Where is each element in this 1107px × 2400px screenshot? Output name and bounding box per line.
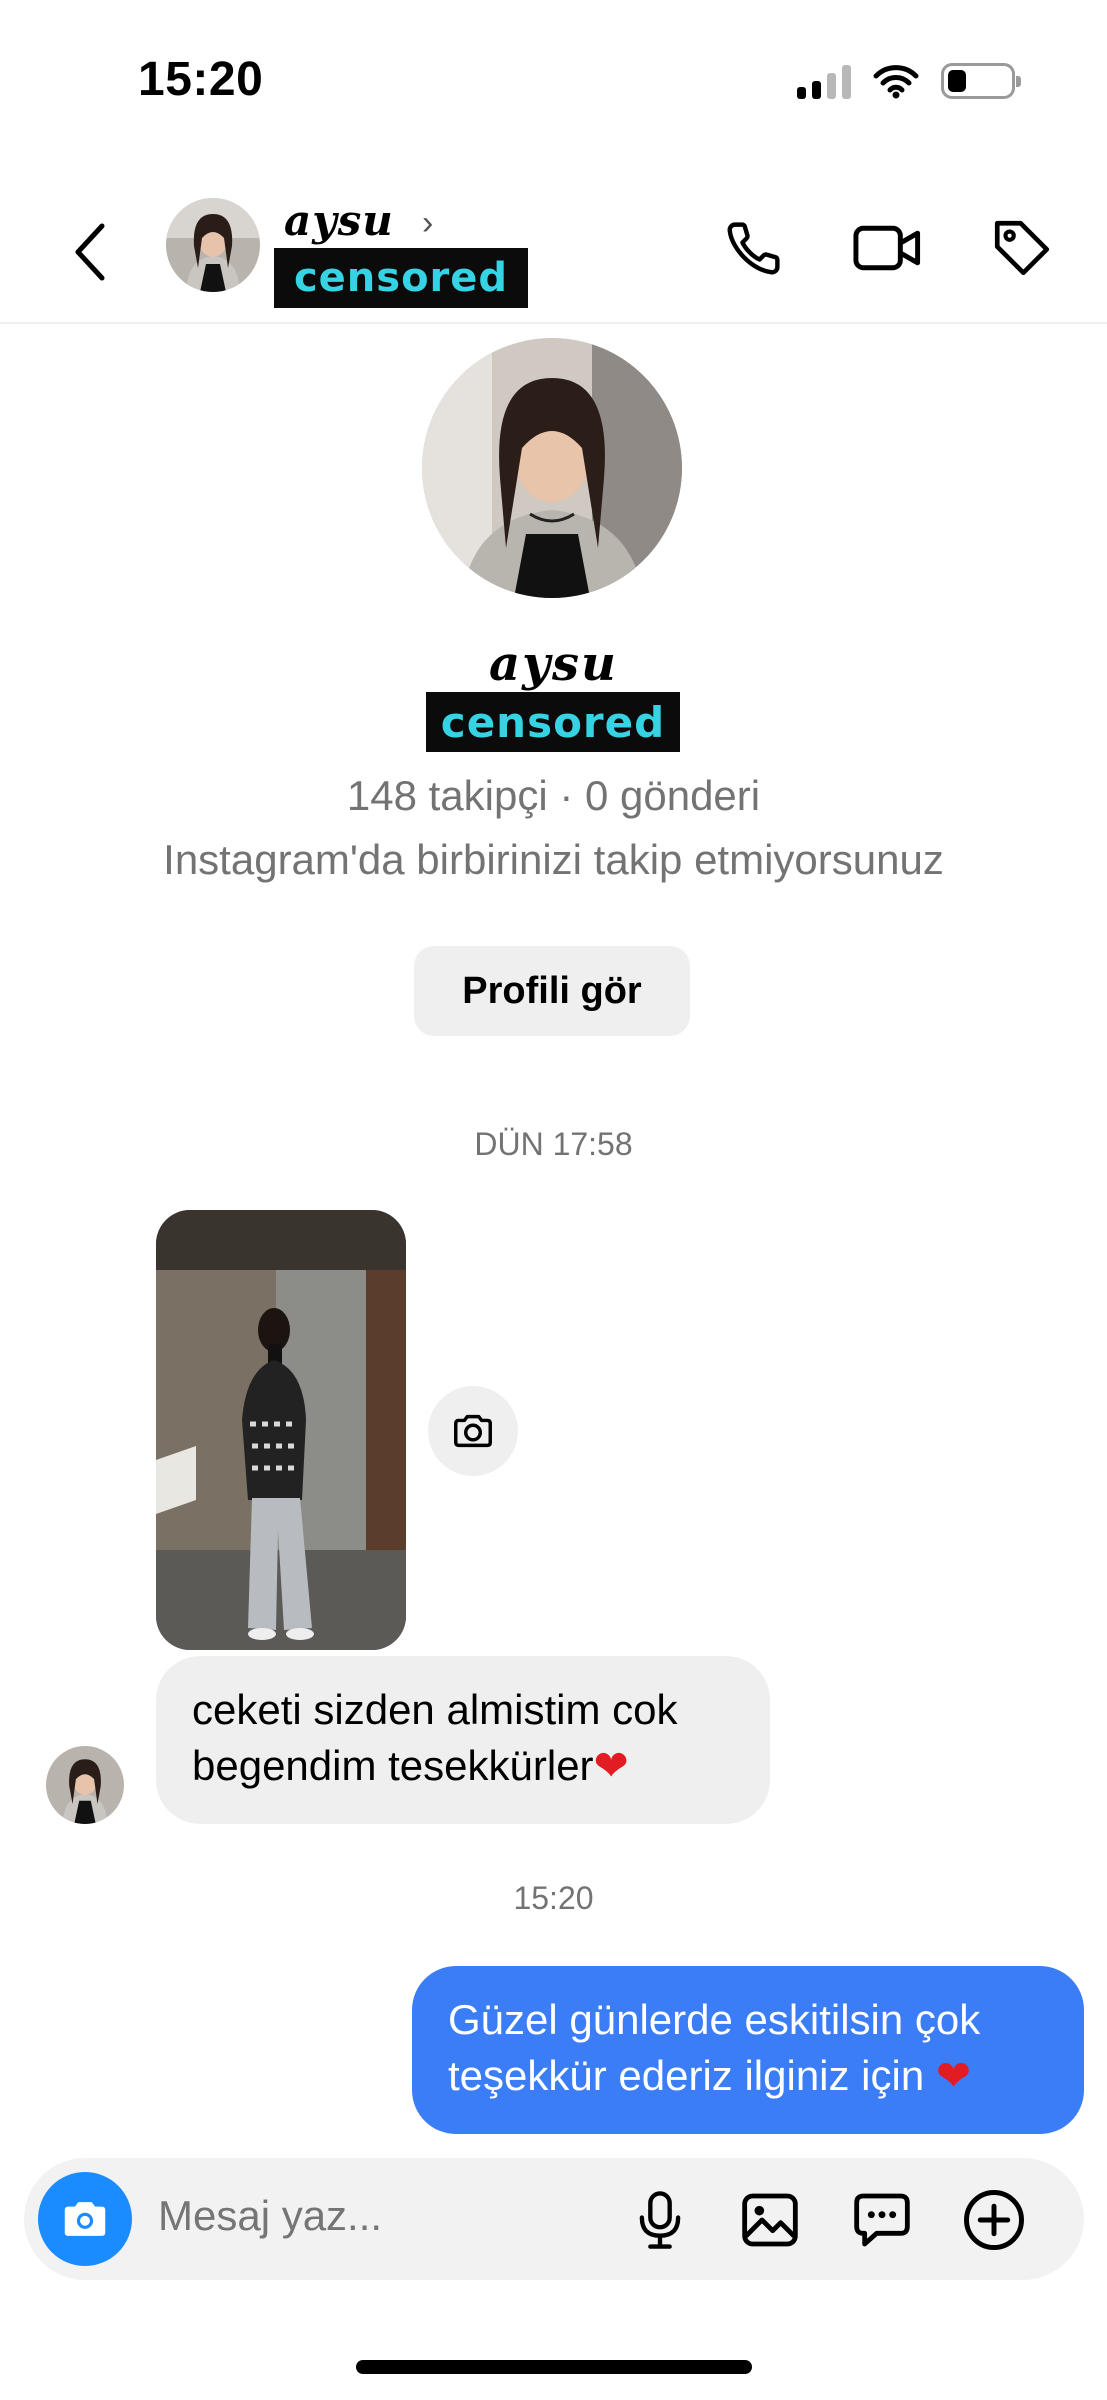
timestamp: 15:20 bbox=[513, 1880, 594, 1916]
censored-label: censored bbox=[274, 248, 528, 308]
camera-icon bbox=[454, 1414, 492, 1448]
video-icon bbox=[853, 225, 921, 271]
message-input[interactable] bbox=[158, 2192, 558, 2240]
battery-icon bbox=[941, 63, 1021, 99]
chat-header: aysu › censored bbox=[0, 190, 1107, 324]
camera-icon bbox=[64, 2202, 106, 2236]
voice-message-button[interactable] bbox=[624, 2184, 696, 2256]
camera-button[interactable] bbox=[38, 2172, 132, 2266]
call-button[interactable] bbox=[714, 208, 794, 288]
view-photo-button[interactable] bbox=[428, 1386, 518, 1476]
plus-icon bbox=[964, 2190, 1024, 2250]
image-icon bbox=[742, 2193, 798, 2247]
photo-message[interactable] bbox=[156, 1210, 406, 1650]
profile-stats: 148 takipçi · 0 gönderi bbox=[346, 772, 761, 819]
profile-censored-label: censored bbox=[426, 692, 680, 752]
outgoing-message-line: teşekkür ederiz ilginiz için bbox=[448, 2052, 925, 2099]
message-composer bbox=[24, 2158, 1084, 2280]
home-indicator[interactable] bbox=[356, 2360, 752, 2374]
header-username[interactable]: aysu bbox=[284, 196, 394, 245]
sticker-button[interactable] bbox=[846, 2184, 918, 2256]
sticker-icon bbox=[854, 2193, 910, 2247]
chevron-left-icon bbox=[75, 223, 105, 281]
chevron-right-icon[interactable]: › bbox=[422, 204, 433, 243]
outgoing-message-line: Güzel günlerde eskitilsin çok bbox=[448, 1996, 981, 2043]
heart-emoji: ❤ bbox=[935, 2051, 972, 2100]
profile-username: aysu bbox=[489, 636, 618, 692]
more-options-button[interactable] bbox=[958, 2184, 1030, 2256]
view-profile-button[interactable]: Profili gör bbox=[414, 946, 690, 1036]
profile-avatar[interactable] bbox=[422, 338, 682, 598]
header-avatar[interactable] bbox=[166, 198, 260, 292]
microphone-icon bbox=[639, 2191, 681, 2249]
outgoing-message[interactable]: Güzel günlerde eskitilsin çok teşekkür e… bbox=[412, 1966, 1084, 2134]
wifi-icon bbox=[873, 65, 919, 99]
follow-status-note: Instagram'da birbirinizi takip etmiyorsu… bbox=[163, 836, 944, 883]
status-icons bbox=[797, 58, 1021, 104]
signal-icon bbox=[797, 63, 851, 99]
heart-emoji: ❤ bbox=[593, 1741, 629, 1790]
video-call-button[interactable] bbox=[848, 208, 928, 288]
incoming-message[interactable]: ceketi sizden almistim cok begendim tese… bbox=[156, 1656, 770, 1824]
incoming-message-line: ceketi sizden almistim cok bbox=[192, 1686, 678, 1733]
tag-icon bbox=[994, 220, 1050, 276]
incoming-message-line: begendim tesekkürler bbox=[192, 1742, 594, 1789]
label-button[interactable] bbox=[982, 208, 1062, 288]
gallery-button[interactable] bbox=[734, 2184, 806, 2256]
status-time: 15:20 bbox=[138, 53, 264, 106]
phone-icon bbox=[727, 222, 780, 275]
timestamp: DÜN 17:58 bbox=[474, 1126, 633, 1162]
back-button[interactable] bbox=[62, 216, 118, 288]
sender-avatar[interactable] bbox=[46, 1746, 124, 1824]
